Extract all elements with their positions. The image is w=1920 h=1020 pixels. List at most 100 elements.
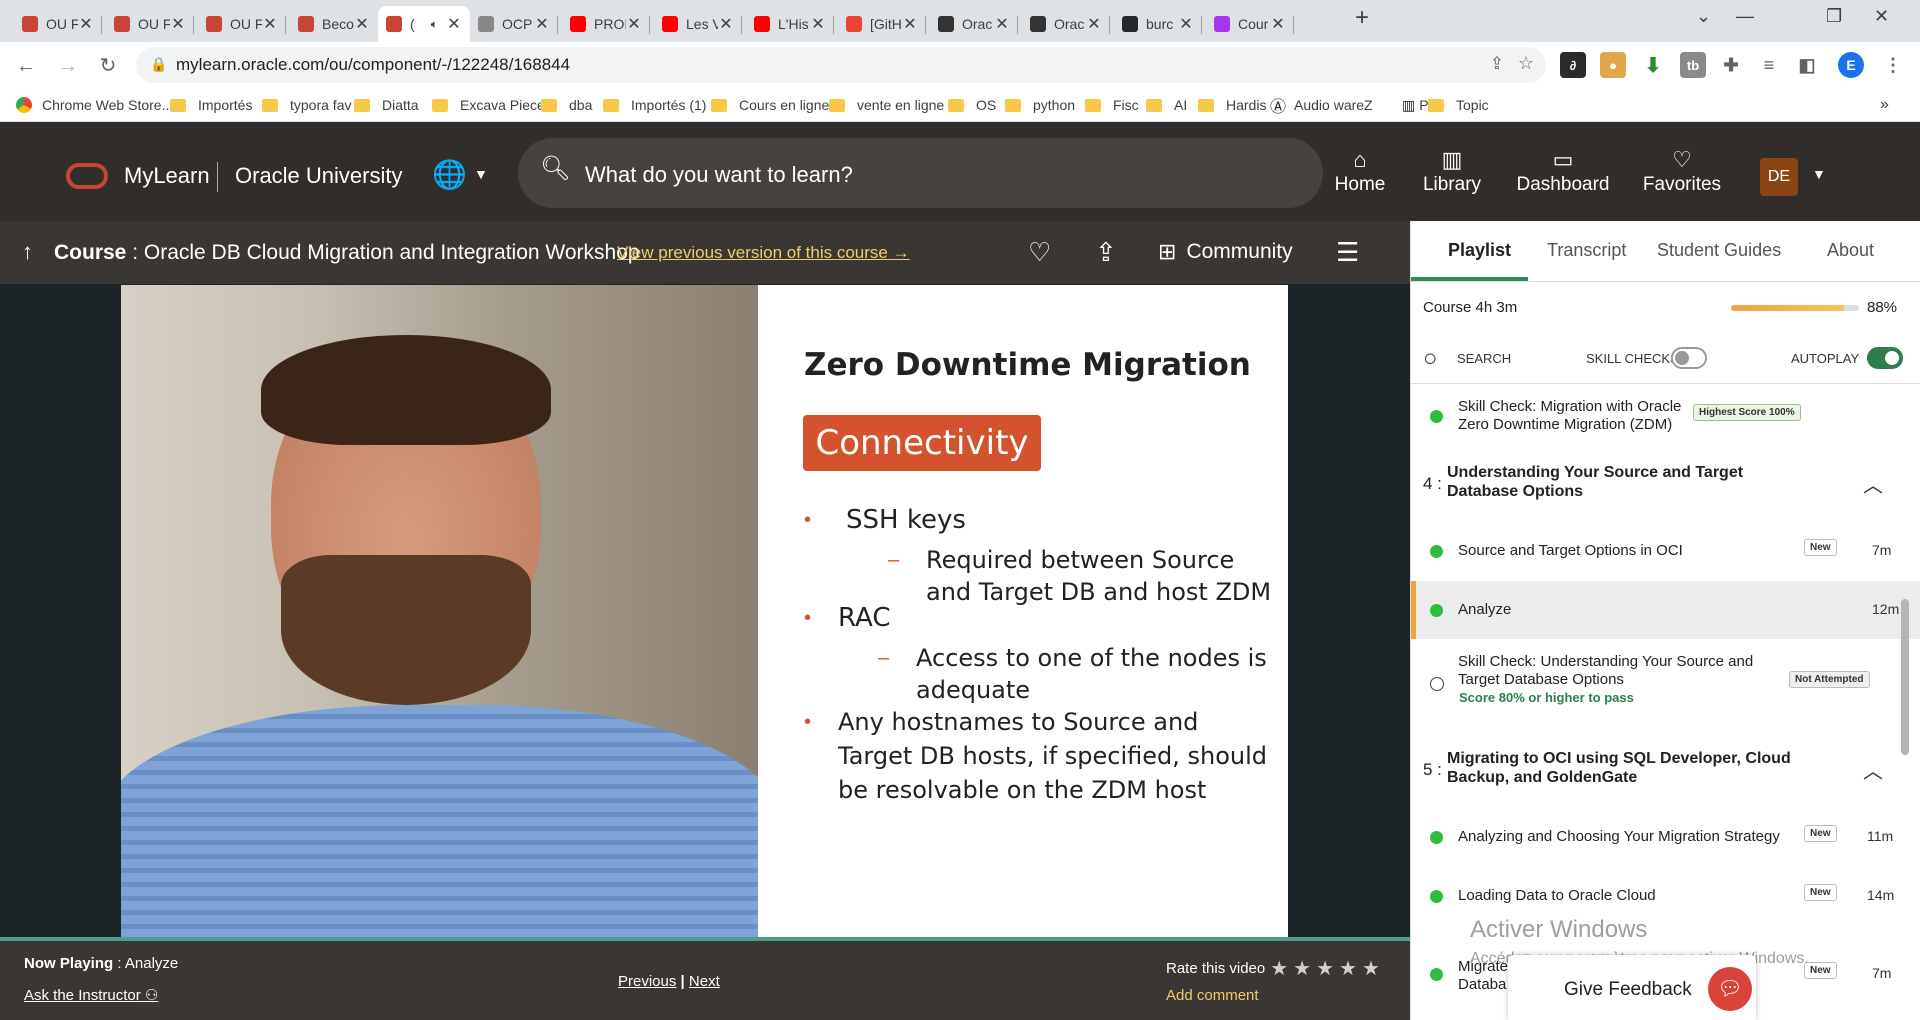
star-icon[interactable]: ★ [1362, 956, 1380, 981]
browser-tab[interactable]: (🔈︎ ✕ [378, 6, 470, 42]
close-tab-icon[interactable]: ✕ [354, 14, 370, 34]
back-up-arrow-icon[interactable]: ↑ [22, 239, 33, 265]
browser-tab[interactable]: L'His ✕ [746, 6, 834, 42]
close-tab-icon[interactable]: ✕ [718, 14, 734, 34]
reload-icon[interactable]: ↻ [94, 52, 122, 80]
speaker-icon[interactable]: 🔈︎ [431, 17, 438, 32]
previous-link[interactable]: Previous [618, 973, 676, 990]
bookmark-item[interactable]: dba [541, 94, 592, 116]
browser-tab[interactable]: Les V ✕ [654, 6, 742, 42]
star-icon[interactable]: ★ [1339, 956, 1357, 981]
back-arrow-icon[interactable]: ← [12, 52, 40, 80]
more-bookmarks-icon[interactable]: » [1880, 96, 1889, 114]
side-panel-icon[interactable]: ◧ [1794, 52, 1820, 78]
profile-avatar[interactable]: E [1838, 52, 1864, 78]
share-icon[interactable]: ⇪ [1490, 54, 1504, 74]
tab-transcript[interactable]: Transcript [1547, 240, 1626, 261]
community-button[interactable]: ⊞ Community [1158, 239, 1293, 265]
previous-version-link[interactable]: View previous version of this course → [617, 243, 910, 263]
bookmark-item[interactable]: OS [948, 94, 996, 116]
close-tab-icon[interactable]: ✕ [262, 14, 278, 34]
bookmark-item[interactable]: Hardis [1198, 94, 1266, 116]
star-icon[interactable]: ★ [1293, 956, 1311, 981]
browser-tab[interactable]: OU F ✕ [106, 6, 194, 42]
chevron-up-icon[interactable]: ︿ [1863, 469, 1883, 498]
add-comment-link[interactable]: Add comment [1166, 987, 1259, 1004]
playlist-toggle-icon[interactable]: ☰ [1336, 237, 1359, 268]
tab-student-guides[interactable]: Student Guides [1657, 240, 1781, 261]
tab-search-chevron-icon[interactable]: ⌄ [1696, 6, 1711, 27]
browser-tab[interactable]: Orac ✕ [930, 6, 1018, 42]
close-tab-icon[interactable]: ✕ [1086, 14, 1102, 34]
forward-arrow-icon[interactable]: → [54, 52, 82, 80]
search-icon[interactable]: ○ [1423, 345, 1438, 373]
close-tab-icon[interactable]: ✕ [446, 14, 462, 34]
tb-extension-icon[interactable]: tb [1680, 52, 1706, 78]
lock-icon[interactable]: 🔒 [150, 56, 167, 73]
browser-menu-icon[interactable]: ⋮ [1880, 52, 1906, 78]
download-extension-icon[interactable]: ⬇ [1640, 52, 1666, 78]
globe-icon[interactable]: 🌐 [432, 158, 467, 191]
close-window-button[interactable]: ✕ [1874, 6, 1889, 27]
ask-instructor-link[interactable]: Ask the Instructor ⚇ [24, 986, 158, 1004]
bookmark-item[interactable]: AI [1146, 94, 1187, 116]
bookmark-item[interactable]: vente en ligne [829, 94, 944, 116]
give-feedback-button[interactable]: Give Feedback 💬︎ [1508, 955, 1756, 1020]
browser-tab[interactable]: OU F ✕ [198, 6, 286, 42]
playlist-search-button[interactable]: SEARCH [1457, 351, 1511, 366]
minimize-button[interactable]: — [1736, 6, 1754, 27]
playlist-item-current[interactable]: Analyze 12m [1411, 581, 1920, 639]
section-header-4[interactable]: 4 : Understanding Your Source and Target… [1411, 449, 1920, 519]
bookmark-item[interactable]: Ⓐ Audio wareZ [1270, 94, 1373, 116]
user-avatar[interactable]: DE [1760, 158, 1798, 196]
close-tab-icon[interactable]: ✕ [994, 14, 1010, 34]
bookmark-item[interactable]: python [1005, 94, 1075, 116]
bookmark-item[interactable]: typora fav [262, 94, 351, 116]
section-header-5[interactable]: 5 : Migrating to OCI using SQL Developer… [1411, 735, 1920, 805]
nav-dashboard[interactable]: ▭ Dashboard [1508, 148, 1618, 196]
star-icon[interactable]: ★ [1270, 956, 1288, 981]
url-input[interactable]: 🔒 mylearn.oracle.com/ou/component/-/1222… [136, 47, 1546, 83]
user-menu-caret-icon[interactable]: ▼ [1812, 166, 1826, 182]
browser-tab[interactable]: Cour ✕ [1206, 6, 1294, 42]
puzzle-extensions-icon[interactable]: ✚ [1718, 52, 1744, 78]
playlist-item[interactable]: Source and Target Options in OCI New 7m [1411, 521, 1920, 579]
playlist-item[interactable]: Skill Check: Understanding Your Source a… [1411, 641, 1920, 719]
cookie-extension-icon[interactable]: ● [1600, 52, 1626, 78]
org-name[interactable]: Oracle University [235, 163, 402, 189]
bookmark-item[interactable]: Cours en ligne [711, 94, 829, 116]
close-tab-icon[interactable]: ✕ [626, 14, 642, 34]
brand-name[interactable]: MyLearn [124, 163, 210, 189]
playlist-item[interactable]: Skill Check: Migration with Oracle Zero … [1411, 387, 1920, 445]
close-tab-icon[interactable]: ✕ [810, 14, 826, 34]
oracle-logo-icon[interactable] [66, 163, 108, 189]
tab-about[interactable]: About [1827, 240, 1874, 261]
nav-library[interactable]: ▥ Library [1397, 148, 1507, 196]
autoplay-toggle[interactable] [1867, 347, 1903, 369]
bookmark-item[interactable]: Diatta [354, 94, 419, 116]
bookmark-item[interactable]: Importés [170, 94, 252, 116]
bookmark-item[interactable]: Chrome Web Store... [16, 94, 173, 116]
close-tab-icon[interactable]: ✕ [902, 14, 918, 34]
browser-tab[interactable]: Beco ✕ [290, 6, 378, 42]
maximize-button[interactable]: ❐ [1826, 6, 1842, 27]
bookmark-item[interactable]: Fisc [1085, 94, 1139, 116]
star-icon[interactable]: ★ [1316, 956, 1334, 981]
bookmark-item[interactable]: Importés (1) [603, 94, 706, 116]
new-tab-button[interactable]: + [1355, 4, 1369, 32]
browser-tab[interactable]: OU F ✕ [14, 6, 102, 42]
close-tab-icon[interactable]: ✕ [1178, 14, 1194, 34]
browser-tab[interactable]: [GitH ✕ [838, 6, 926, 42]
browser-tab[interactable]: PROI ✕ [562, 6, 650, 42]
close-tab-icon[interactable]: ✕ [534, 14, 550, 34]
playlist-item[interactable]: Analyzing and Choosing Your Migration St… [1411, 807, 1920, 865]
nav-favorites[interactable]: ♡ Favorites [1627, 148, 1737, 196]
browser-tab[interactable]: burc ✕ [1114, 6, 1202, 42]
extension-icon[interactable]: ∂ [1560, 52, 1586, 78]
share-icon[interactable]: ⇪ [1095, 237, 1117, 268]
browser-tab[interactable]: Orac ✕ [1022, 6, 1110, 42]
panel-scrollbar[interactable] [1901, 599, 1909, 755]
close-tab-icon[interactable]: ✕ [78, 14, 94, 34]
chevron-up-icon[interactable]: ︿ [1863, 755, 1883, 784]
language-caret-icon[interactable]: ▼ [474, 166, 488, 182]
